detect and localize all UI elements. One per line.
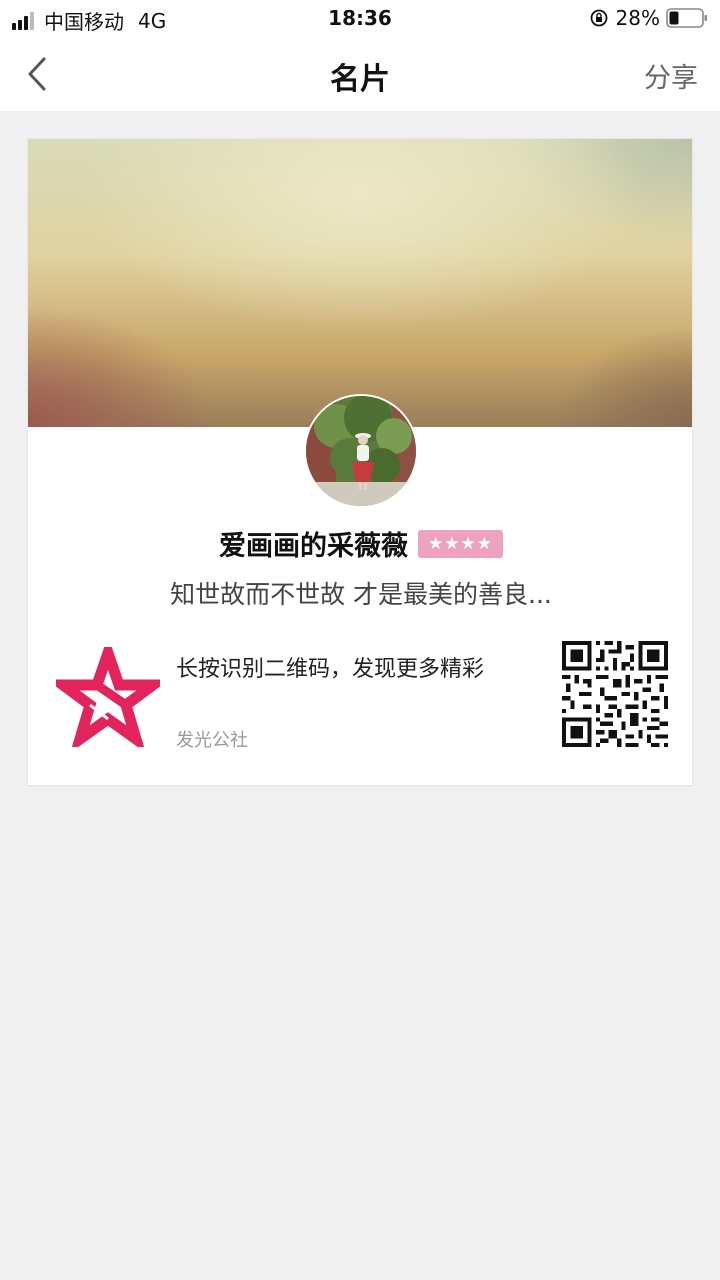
user-signature: 知世故而不世故 才是最美的善良... (170, 580, 552, 609)
user-name: 爱画画的采薇薇 (219, 531, 409, 562)
avatar[interactable] (304, 394, 418, 508)
battery-percent: 28% (615, 6, 660, 30)
brand-star-logo-icon (56, 647, 160, 747)
profile-card: 爱画画的采薇薇 ★★★★ 知世故而不世故 才是最美的善良... 长按识别二维码，… (27, 138, 693, 786)
nav-bar: 名片 分享 (0, 36, 720, 111)
avatar-photo (306, 396, 416, 506)
name-row: 爱画画的采薇薇 ★★★★ (28, 524, 692, 563)
qr-tip-text: 长按识别二维码，发现更多精彩 (176, 657, 485, 682)
qr-code[interactable] (562, 641, 668, 747)
share-button[interactable]: 分享 (644, 56, 698, 95)
cover-image (28, 139, 692, 427)
level-badge: ★★★★ (418, 529, 503, 558)
status-right: 28% (590, 6, 708, 30)
brand-name: 发光公社 (176, 730, 248, 751)
page-title: 名片 (330, 62, 390, 97)
battery-icon (666, 8, 707, 28)
rotation-lock-icon (590, 9, 607, 27)
status-bar: 中国移动 4G 18:36 28% (0, 0, 720, 36)
